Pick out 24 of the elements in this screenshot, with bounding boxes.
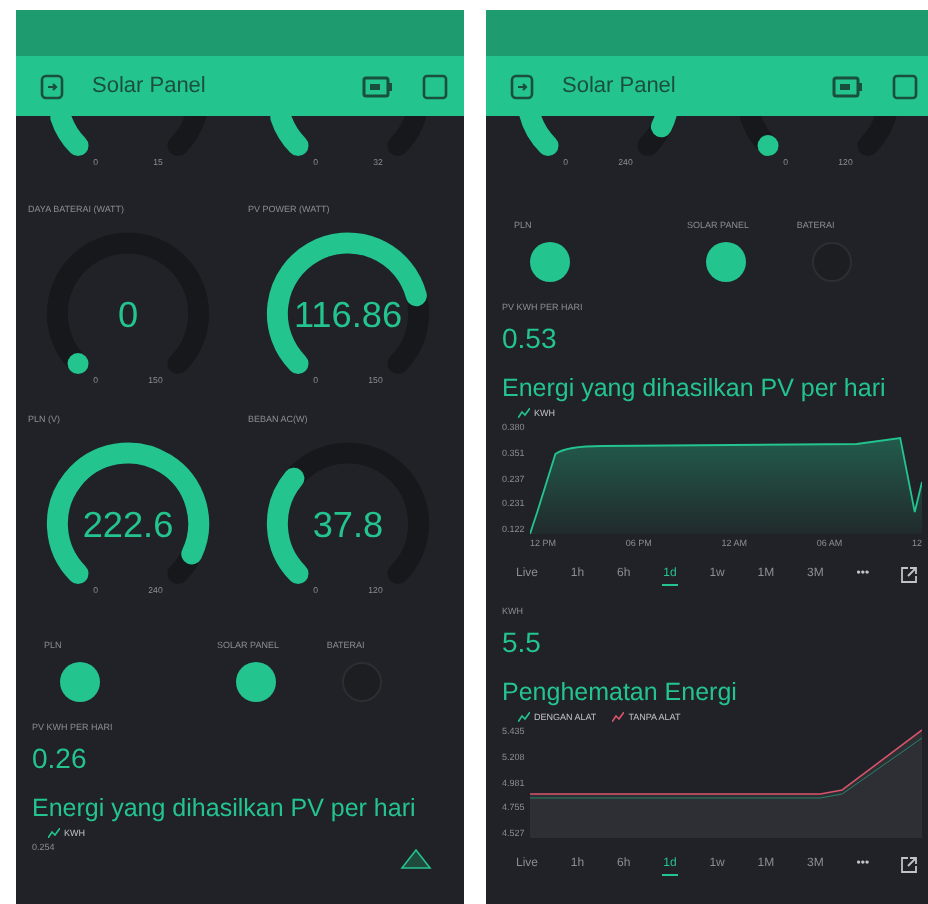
chart-title: Penghematan Energi bbox=[502, 678, 739, 706]
expand-icon[interactable] bbox=[900, 566, 918, 584]
gauge-fill bbox=[757, 135, 779, 157]
gauge-value: 0 bbox=[117, 295, 139, 335]
gauge-value: 222.6 bbox=[82, 505, 174, 545]
expand-icon[interactable] bbox=[900, 856, 918, 874]
exit-icon[interactable] bbox=[510, 73, 534, 99]
value-display: 5.5 bbox=[502, 626, 543, 658]
gauge-fill bbox=[266, 467, 309, 585]
exit-icon[interactable] bbox=[40, 73, 64, 99]
app-title: Solar Panel bbox=[562, 74, 678, 98]
gauge-value: 116.86 bbox=[293, 295, 403, 335]
area-chart bbox=[400, 848, 432, 870]
chart-title: Energi yang dihasilkan PV per hari bbox=[502, 374, 888, 402]
value-display: 0.26 bbox=[32, 742, 89, 774]
battery-icon[interactable] bbox=[832, 75, 864, 97]
gauge-fill bbox=[67, 353, 89, 375]
square-icon[interactable] bbox=[422, 73, 448, 99]
battery-icon[interactable] bbox=[362, 75, 394, 97]
chart-title: Energi yang dihasilkan PV per hari bbox=[32, 794, 418, 822]
value-display: 0.53 bbox=[502, 322, 559, 354]
gauge-value: 37.8 bbox=[312, 505, 384, 545]
square-icon[interactable] bbox=[892, 73, 918, 99]
app-title: Solar Panel bbox=[92, 74, 208, 98]
